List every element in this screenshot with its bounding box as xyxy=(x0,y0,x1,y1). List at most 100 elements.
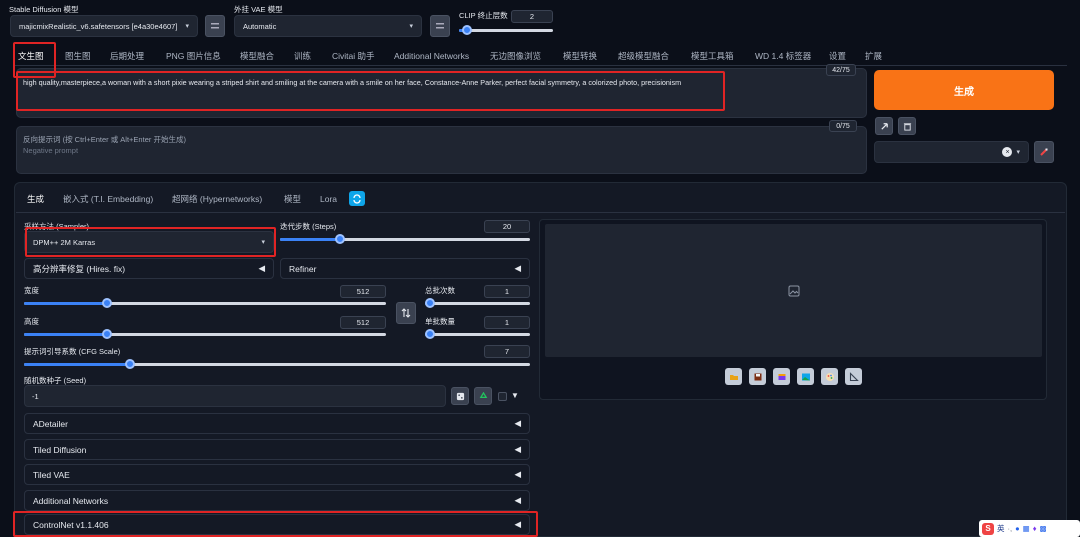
accordion-label: Additional Networks xyxy=(33,495,109,506)
refiner-accordion[interactable]: Refiner ◀ xyxy=(280,258,530,279)
subtab-generate[interactable]: 生成 xyxy=(27,191,44,207)
extra-seed-checkbox[interactable] xyxy=(498,392,507,401)
read-params-button[interactable] xyxy=(875,117,893,135)
width-value[interactable]: 512 xyxy=(340,285,386,298)
batch-count-value[interactable]: 1 xyxy=(484,285,530,298)
batch-size-slider-thumb[interactable] xyxy=(425,329,435,339)
tab-model-convert[interactable]: 模型转换 xyxy=(563,48,597,64)
chevron-down-icon: ▾ xyxy=(1016,149,1020,156)
refresh-models-button[interactable] xyxy=(205,15,225,37)
punctuation-icon[interactable]: ·, xyxy=(1008,524,1013,533)
clip-slider-thumb[interactable] xyxy=(462,25,472,35)
skin-icon[interactable]: ♦ xyxy=(1033,524,1037,533)
image-preview xyxy=(545,224,1042,357)
tab-img2img[interactable]: 图生图 xyxy=(65,48,91,64)
clear-prompt-button[interactable] xyxy=(898,117,916,135)
clip-value[interactable]: 2 xyxy=(511,10,553,23)
clear-icon[interactable]: × xyxy=(1002,147,1013,157)
subtab-models[interactable]: 模型 xyxy=(284,191,301,207)
vae-label: 外挂 VAE 模型 xyxy=(234,5,283,14)
tab-additional-networks[interactable]: Additional Networks xyxy=(394,48,469,64)
prompt-textarea[interactable]: high quality,masterpiece,a woman with a … xyxy=(16,68,867,118)
hires-fix-accordion[interactable]: 高分辨率修复 (Hires. fix) ◀ xyxy=(24,258,274,279)
subtab-lora[interactable]: Lora xyxy=(320,191,337,207)
tab-model-toolkit[interactable]: 模型工具箱 xyxy=(691,48,734,64)
adetailer-accordion[interactable]: ADetailer ◀ xyxy=(24,413,530,434)
generate-button[interactable]: 生成 xyxy=(874,70,1054,110)
sampler-select[interactable]: DPM++ 2M Karras ▾ xyxy=(24,231,274,253)
open-folder-button[interactable] xyxy=(725,368,742,385)
seed-input[interactable]: -1 xyxy=(24,385,446,407)
accordion-label: Tiled Diffusion xyxy=(33,444,87,455)
width-slider[interactable] xyxy=(24,298,386,308)
tab-extensions[interactable]: 扩展 xyxy=(865,48,882,64)
tab-settings[interactable]: 设置 xyxy=(829,48,846,64)
subtab-embedding[interactable]: 嵌入式 (T.I. Embedding) xyxy=(63,191,153,207)
tab-wd14-tagger[interactable]: WD 1.4 标签器 xyxy=(755,48,811,64)
width-slider-thumb[interactable] xyxy=(102,298,112,308)
send-to-extras-button[interactable] xyxy=(845,368,862,385)
negative-prompt-textarea[interactable]: 反向提示词 (按 Ctrl+Enter 或 Alt+Enter 开始生成) Ne… xyxy=(16,126,867,174)
cfg-slider-thumb[interactable] xyxy=(125,359,135,369)
send-to-img2img-button[interactable] xyxy=(797,368,814,385)
batch-size-slider[interactable] xyxy=(425,329,530,339)
swap-icon xyxy=(401,308,411,318)
zip-button[interactable] xyxy=(773,368,790,385)
tiled-vae-accordion[interactable]: Tiled VAE ◀ xyxy=(24,464,530,485)
refresh-icon xyxy=(211,23,219,29)
apply-style-button[interactable] xyxy=(1034,141,1054,163)
triangle-down-icon[interactable]: ▼ xyxy=(511,391,519,400)
tab-extras[interactable]: 后期处理 xyxy=(110,48,144,64)
keyboard-icon[interactable]: ▦ xyxy=(1023,524,1030,533)
height-slider[interactable] xyxy=(24,329,386,339)
chevron-down-icon: ▾ xyxy=(185,23,189,30)
save-button[interactable] xyxy=(749,368,766,385)
batch-size-label: 单批数量 xyxy=(425,317,455,326)
tab-super-merge[interactable]: 超级模型融合 xyxy=(618,48,669,64)
ime-language[interactable]: 英 xyxy=(997,523,1005,534)
microphone-icon[interactable]: ● xyxy=(1015,524,1020,533)
negative-prompt-placeholder: Negative prompt xyxy=(23,146,79,155)
tab-civitai[interactable]: Civitai 助手 xyxy=(332,48,375,64)
refresh-vae-button[interactable] xyxy=(430,15,450,37)
tab-png-info[interactable]: PNG 图片信息 xyxy=(166,48,221,64)
palette-icon xyxy=(825,372,834,381)
reuse-seed-button[interactable] xyxy=(474,387,492,405)
random-seed-button[interactable] xyxy=(451,387,469,405)
steps-value[interactable]: 20 xyxy=(484,220,530,233)
batch-count-slider[interactable] xyxy=(425,298,530,308)
batch-size-value[interactable]: 1 xyxy=(484,316,530,329)
controlnet-accordion[interactable]: ControlNet v1.1.406 ◀ xyxy=(24,514,530,535)
clip-slider[interactable] xyxy=(459,25,553,35)
refresh-icon xyxy=(353,193,361,204)
additional-networks-accordion[interactable]: Additional Networks ◀ xyxy=(24,490,530,511)
tab-train[interactable]: 训练 xyxy=(294,48,311,64)
height-value[interactable]: 512 xyxy=(340,316,386,329)
accordion-label: ControlNet v1.1.406 xyxy=(33,519,109,530)
style-select[interactable]: × ▾ xyxy=(874,141,1029,163)
tiled-diffusion-accordion[interactable]: Tiled Diffusion ◀ xyxy=(24,439,530,460)
cfg-value[interactable]: 7 xyxy=(484,345,530,358)
model-select[interactable]: majicmixRealistic_v6.safetensors [e4a30e… xyxy=(10,15,198,37)
ime-toolbar[interactable]: S 英 ·, ● ▦ ♦ ▩ xyxy=(979,520,1080,537)
negative-token-counter: 0/75 xyxy=(829,120,857,132)
toolbox-icon[interactable]: ▩ xyxy=(1040,524,1047,533)
batch-count-slider-thumb[interactable] xyxy=(425,298,435,308)
refresh-networks-button[interactable] xyxy=(349,191,365,206)
ime-logo-icon: S xyxy=(982,522,994,535)
steps-slider-thumb[interactable] xyxy=(335,234,345,244)
swap-dimensions-button[interactable] xyxy=(396,302,416,324)
send-to-inpaint-button[interactable] xyxy=(821,368,838,385)
vae-select[interactable]: Automatic ▾ xyxy=(234,15,422,37)
tab-txt2img[interactable]: 文生图 xyxy=(18,48,44,64)
steps-slider[interactable] xyxy=(280,234,530,244)
prompt-text: high quality,masterpiece,a woman with a … xyxy=(23,78,682,87)
arrow-diagonal-icon xyxy=(880,122,888,130)
tab-merge[interactable]: 模型融合 xyxy=(240,48,274,64)
tab-image-browser[interactable]: 无边图像浏览 xyxy=(490,48,541,64)
cfg-slider[interactable] xyxy=(24,359,530,369)
height-slider-thumb[interactable] xyxy=(102,329,112,339)
subtab-hypernetworks[interactable]: 超网络 (Hypernetworks) xyxy=(172,191,262,207)
prompt-token-counter: 42/75 xyxy=(826,64,856,76)
collapse-left-icon: ◀ xyxy=(514,495,521,505)
